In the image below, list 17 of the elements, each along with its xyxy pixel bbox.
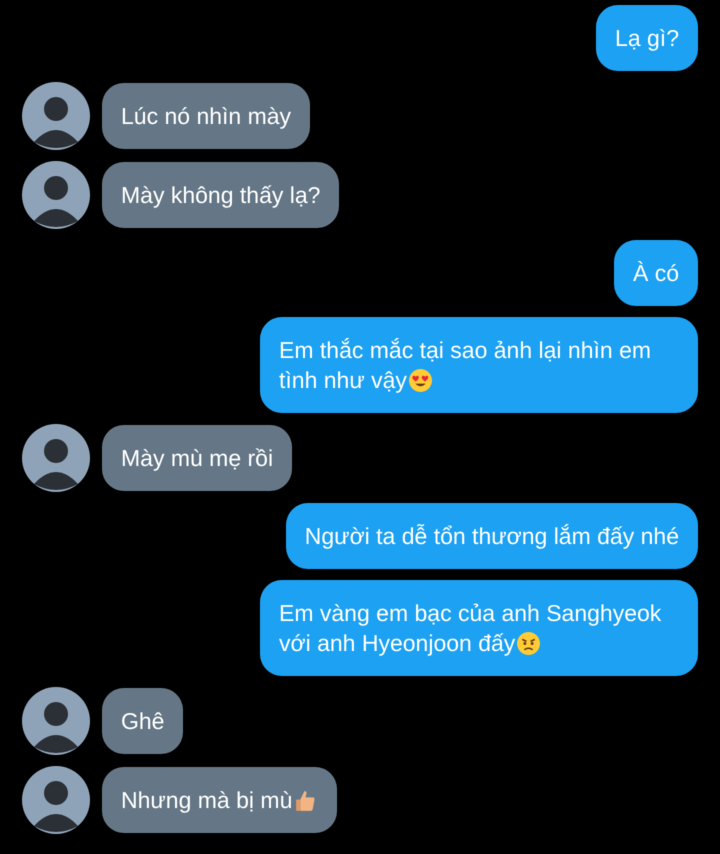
message-bubble: Nhưng mà bị mù: [102, 767, 338, 833]
message-bubble: Lúc nó nhìn mày: [102, 83, 310, 149]
avatar-icon: [22, 82, 90, 150]
angry-face-emoji-icon: [516, 631, 542, 656]
message-bubble: Mày mù mẹ rồi: [102, 425, 292, 491]
avatar-icon: [22, 687, 90, 755]
heart-eyes-emoji-icon: [408, 368, 433, 393]
message-bubble: Người ta dễ tổn thương lắm đấy nhé: [286, 503, 698, 569]
avatar-icon: [22, 766, 90, 834]
message-bubble: Mày không thấy lạ?: [102, 162, 340, 228]
avatar-icon: [22, 424, 90, 492]
message-bubble: Ghê: [102, 688, 184, 754]
message-bubble: Lạ gì?: [596, 5, 698, 71]
message-bubble: À có: [614, 240, 698, 306]
message-bubble: Em thắc mắc tại sao ảnh lại nhìn em tình như vậy: [260, 317, 698, 413]
message-bubble: Em vàng em bạc của anh Sanghyeok với anh Hyeonjoon đấy: [260, 580, 698, 676]
avatar-icon: [22, 161, 90, 229]
